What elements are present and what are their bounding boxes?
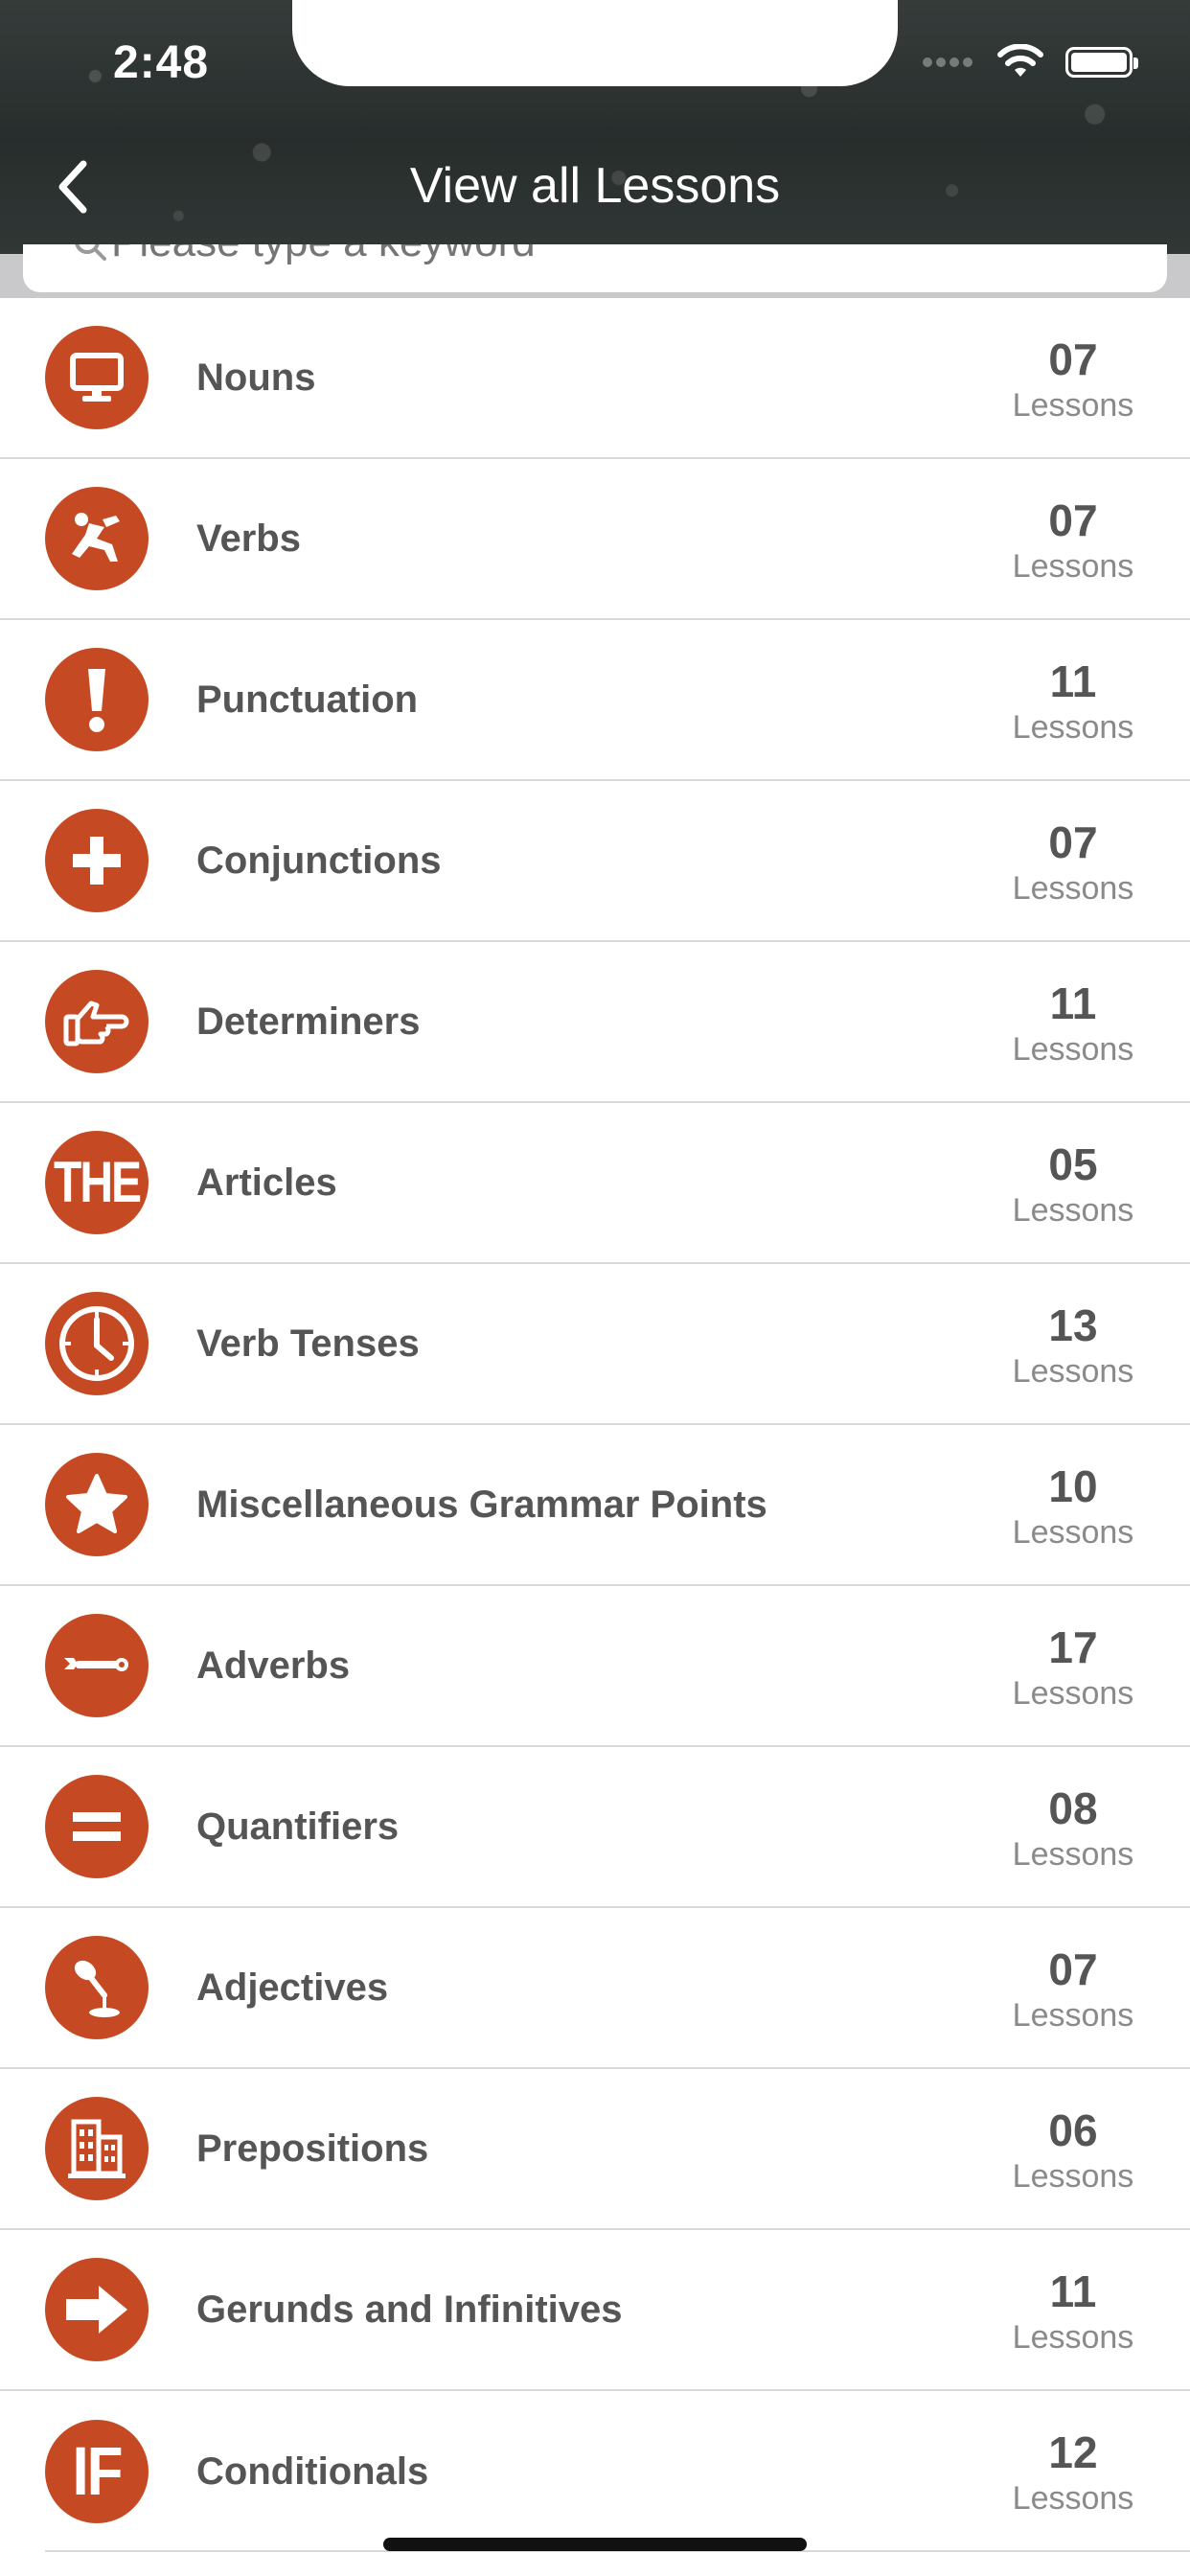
lesson-title: Adverbs — [196, 1644, 351, 1687]
lesson-count-label: Lessons — [1012, 1192, 1134, 1229]
lesson-count-number: 11 — [1049, 978, 1097, 1028]
lesson-count-label: Lessons — [1012, 1031, 1134, 1068]
lesson-count: 07 Lessons — [996, 495, 1150, 587]
lesson-count-number: 17 — [1048, 1622, 1098, 1672]
lesson-count: 10 Lessons — [996, 1461, 1150, 1553]
lesson-row-adjectives[interactable]: Adjectives 07 Lessons — [0, 1908, 1190, 2069]
lesson-count-label: Lessons — [1012, 2480, 1134, 2517]
lesson-count-label: Lessons — [1012, 870, 1134, 907]
lesson-count-label: Lessons — [1012, 1997, 1134, 2034]
building-icon — [45, 2097, 149, 2200]
cellular-icon — [923, 58, 973, 67]
lesson-title: Quantifiers — [196, 1805, 400, 1848]
lesson-count: 07 Lessons — [996, 1944, 1150, 2036]
lesson-count: 07 Lessons — [996, 334, 1150, 426]
lesson-count: 12 Lessons — [996, 2427, 1150, 2519]
lesson-count-number: 08 — [1048, 1783, 1098, 1833]
lesson-count-label: Lessons — [1012, 548, 1134, 585]
lesson-row-verbs[interactable]: Verbs 07 Lessons — [0, 459, 1190, 620]
lesson-count-number: 07 — [1048, 495, 1098, 545]
lesson-count-label: Lessons — [1012, 709, 1134, 746]
search-icon — [75, 244, 106, 261]
lesson-count-number: 07 — [1048, 334, 1098, 384]
clock-icon — [45, 1292, 149, 1395]
device-notch — [292, 0, 898, 86]
exclamation-icon — [45, 648, 149, 751]
lesson-title: Adjectives — [196, 1966, 389, 2009]
lesson-row-nouns[interactable]: Nouns 07 Lessons — [0, 298, 1190, 459]
lesson-count-number: 10 — [1048, 1461, 1098, 1511]
lesson-row-quantifiers[interactable]: Quantifiers 08 Lessons — [0, 1747, 1190, 1908]
lesson-title: Verbs — [196, 517, 301, 560]
lesson-count: 05 Lessons — [996, 1139, 1150, 1231]
lesson-row-gerunds[interactable]: Gerunds and Infinitives 11 Lessons — [0, 2230, 1190, 2391]
plus-icon — [45, 809, 149, 912]
lesson-count-number: 12 — [1048, 2427, 1098, 2477]
lesson-count: 13 Lessons — [996, 1300, 1150, 1392]
lesson-row-adverbs[interactable]: Adverbs 17 Lessons — [0, 1586, 1190, 1747]
arrow-right-icon — [45, 2258, 149, 2361]
lesson-title: Determiners — [196, 1000, 421, 1043]
microphone-icon — [45, 1936, 149, 2039]
lesson-count: 11 Lessons — [996, 2266, 1150, 2358]
lesson-count-number: 11 — [1049, 656, 1097, 706]
monitor-icon — [45, 326, 149, 429]
lesson-count-label: Lessons — [1012, 387, 1134, 424]
lesson-title: Prepositions — [196, 2127, 429, 2170]
lesson-row-punctuation[interactable]: Punctuation 11 Lessons — [0, 620, 1190, 781]
lesson-row-articles[interactable]: THE Articles 05 Lessons — [0, 1103, 1190, 1264]
lesson-count: 08 Lessons — [996, 1783, 1150, 1875]
lessons-list: Nouns 07 Lessons Verbs 07 Lessons Punctu… — [0, 298, 1190, 2552]
lesson-row-prepositions[interactable]: Prepositions 06 Lessons — [0, 2069, 1190, 2230]
the-text-icon: THE — [45, 1131, 149, 1234]
lesson-title: Gerunds and Infinitives — [196, 2288, 623, 2331]
lesson-count-number: 05 — [1048, 1139, 1098, 1189]
lesson-count: 11 Lessons — [996, 978, 1150, 1070]
runner-icon — [45, 487, 149, 590]
lesson-count: 17 Lessons — [996, 1622, 1150, 1714]
search-field[interactable] — [23, 244, 1167, 292]
lesson-count-label: Lessons — [1012, 1353, 1134, 1390]
lesson-count-number: 07 — [1048, 817, 1098, 867]
lesson-title: Nouns — [196, 356, 316, 399]
pointing-hand-icon — [45, 970, 149, 1073]
lesson-title: Punctuation — [196, 678, 419, 721]
lesson-count: 06 Lessons — [996, 2105, 1150, 2197]
search-input[interactable] — [109, 244, 975, 267]
lesson-count-label: Lessons — [1012, 1836, 1134, 1873]
lesson-count-number: 11 — [1049, 2266, 1097, 2316]
battery-icon — [1065, 47, 1138, 78]
wrench-icon — [45, 1614, 149, 1717]
lesson-row-conjunctions[interactable]: Conjunctions 07 Lessons — [0, 781, 1190, 942]
star-icon — [45, 1453, 149, 1556]
lesson-row-conditionals[interactable]: IF Conditionals 12 Lessons — [0, 2391, 1190, 2552]
lesson-title: Miscellaneous Grammar Points — [196, 1483, 767, 1526]
lesson-count-number: 13 — [1048, 1300, 1098, 1350]
nav-header: 2:48 View all Lessons — [0, 0, 1190, 254]
lesson-count-number: 07 — [1048, 1944, 1098, 1994]
lesson-title: Conjunctions — [196, 839, 442, 882]
home-indicator[interactable] — [383, 2538, 807, 2551]
page-title: View all Lessons — [409, 158, 781, 214]
lesson-count: 07 Lessons — [996, 817, 1150, 909]
lesson-row-verb-tenses[interactable]: Verb Tenses 13 Lessons — [0, 1264, 1190, 1425]
lesson-row-miscellaneous[interactable]: Miscellaneous Grammar Points 10 Lessons — [0, 1425, 1190, 1586]
status-icons — [922, 44, 1138, 80]
lesson-count-label: Lessons — [1012, 1675, 1134, 1712]
search-bar — [0, 244, 1190, 298]
lesson-title: Conditionals — [196, 2450, 429, 2493]
lesson-title: Verb Tenses — [196, 1322, 420, 1365]
equals-icon — [45, 1775, 149, 1878]
wifi-icon — [997, 44, 1043, 77]
lesson-row-determiners[interactable]: Determiners 11 Lessons — [0, 942, 1190, 1103]
lesson-count-label: Lessons — [1012, 1514, 1134, 1551]
if-text-icon: IF — [45, 2420, 149, 2523]
lesson-count-number: 06 — [1048, 2105, 1098, 2155]
lesson-count-label: Lessons — [1012, 2319, 1134, 2356]
lesson-count-label: Lessons — [1012, 2158, 1134, 2195]
lesson-count: 11 Lessons — [996, 656, 1150, 748]
lesson-title: Articles — [196, 1161, 337, 1204]
status-time: 2:48 — [113, 37, 210, 88]
